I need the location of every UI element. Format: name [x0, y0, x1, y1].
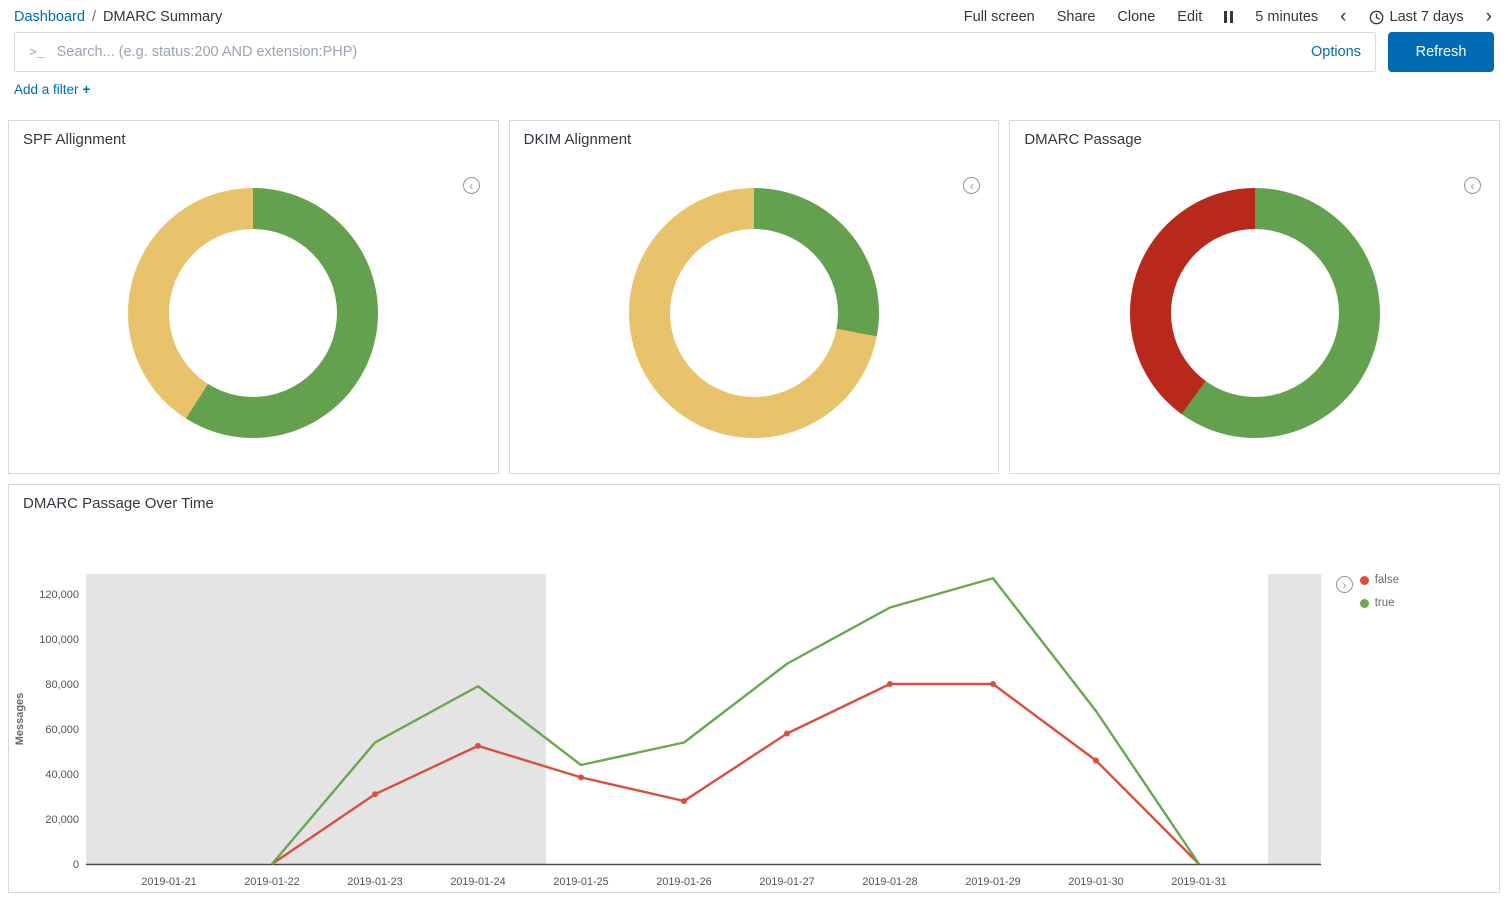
chart-legend: false true [1360, 574, 1399, 609]
shaded-region [86, 574, 546, 864]
top-header: Dashboard / DMARC Summary Full screen Sh… [0, 0, 1508, 29]
breadcrumb: Dashboard / DMARC Summary [14, 9, 222, 25]
panel-title: DMARC Passage [1010, 121, 1499, 152]
x-tick-label: 2019-01-28 [862, 876, 917, 888]
pause-icon[interactable] [1224, 11, 1233, 23]
edit-button[interactable]: Edit [1177, 9, 1202, 25]
options-link[interactable]: Options [1311, 44, 1361, 60]
pie-chart-area [510, 152, 999, 473]
panel-title: DKIM Alignment [510, 121, 999, 152]
panel-title: DMARC Passage Over Time [9, 485, 1499, 516]
legend-label: true [1375, 597, 1395, 609]
x-tick-label: 2019-01-30 [1068, 876, 1123, 888]
series-marker-false [1093, 758, 1099, 764]
series-marker-false [990, 681, 996, 687]
breadcrumb-dashboard-link[interactable]: Dashboard [14, 9, 85, 25]
y-tick-label: 40,000 [45, 769, 79, 781]
share-button[interactable]: Share [1057, 9, 1096, 25]
series-marker-false [475, 743, 481, 749]
shaded-region [1268, 574, 1321, 864]
time-forward-icon[interactable]: › [1486, 10, 1492, 24]
y-tick-label: 60,000 [45, 724, 79, 736]
spf-donut-chart[interactable] [128, 188, 378, 438]
legend-collapse-icon[interactable]: ‹ [1464, 177, 1481, 194]
dkim-donut-chart[interactable] [629, 188, 879, 438]
query-bar: >_ Options Refresh [14, 32, 1494, 72]
legend-label: false [1375, 574, 1399, 586]
x-tick-label: 2019-01-24 [450, 876, 505, 888]
time-range-picker[interactable]: Last 7 days [1369, 9, 1464, 25]
x-tick-label: 2019-01-21 [141, 876, 196, 888]
false-series-dot-icon [1360, 576, 1369, 585]
series-marker-false [887, 681, 893, 687]
breadcrumb-current: DMARC Summary [103, 9, 222, 25]
plus-icon: + [83, 82, 91, 97]
panel-spf-alignment: SPF Allignment ‹ [8, 120, 499, 474]
refresh-interval-label[interactable]: 5 minutes [1255, 9, 1318, 25]
pie-chart-area [9, 152, 498, 473]
panel-dkim-alignment: DKIM Alignment ‹ [509, 120, 1000, 474]
x-tick-label: 2019-01-23 [347, 876, 402, 888]
x-tick-label: 2019-01-22 [244, 876, 299, 888]
filter-bar: Add a filter + [14, 82, 1494, 102]
x-tick-label: 2019-01-29 [965, 876, 1020, 888]
panel-dmarc-passage: DMARC Passage ‹ [1009, 120, 1500, 474]
series-marker-false [372, 791, 378, 797]
full-screen-button[interactable]: Full screen [964, 9, 1035, 25]
y-tick-label: 0 [73, 859, 79, 871]
x-tick-label: 2019-01-25 [553, 876, 608, 888]
refresh-button[interactable]: Refresh [1388, 32, 1494, 72]
y-tick-label: 20,000 [45, 814, 79, 826]
search-input[interactable] [57, 44, 1301, 60]
x-tick-label: 2019-01-31 [1171, 876, 1226, 888]
line-chart-svg: 0 20,000 40,000 60,000 80,000 100,000 120,000 2… [9, 516, 1499, 898]
time-range-label: Last 7 days [1390, 9, 1464, 25]
y-tick-label: 80,000 [45, 679, 79, 691]
true-series-dot-icon [1360, 599, 1369, 608]
time-back-icon[interactable]: ‹ [1340, 10, 1346, 24]
legend-expand-icon[interactable]: › [1336, 576, 1353, 593]
pie-panels-row: SPF Allignment ‹ DKIM Alignment ‹ DMARC … [8, 120, 1500, 474]
add-filter-label: Add a filter [14, 82, 79, 97]
x-tick-label: 2019-01-27 [759, 876, 814, 888]
legend-collapse-icon[interactable]: ‹ [463, 177, 480, 194]
panel-title: SPF Allignment [9, 121, 498, 152]
series-marker-false [681, 798, 687, 804]
clock-icon [1369, 10, 1384, 25]
dmarc-donut-chart[interactable] [1130, 188, 1380, 438]
pie-chart-area [1010, 152, 1499, 473]
search-box[interactable]: >_ Options [14, 32, 1376, 72]
y-axis-title: Messages [14, 693, 26, 746]
x-tick-label: 2019-01-26 [656, 876, 711, 888]
clone-button[interactable]: Clone [1117, 9, 1155, 25]
top-nav: Full screen Share Clone Edit 5 minutes ‹… [964, 9, 1492, 25]
breadcrumb-separator: / [92, 9, 96, 25]
dmarc-over-time-chart: 020,00040,00060,00080,000100,000120,0002… [9, 516, 1499, 876]
y-tick-label: 120,000 [39, 589, 79, 601]
series-marker-false [578, 774, 584, 780]
add-filter-button[interactable]: Add a filter + [14, 82, 90, 97]
legend-item-true[interactable]: true [1360, 597, 1399, 609]
legend-item-false[interactable]: false [1360, 574, 1399, 586]
y-tick-label: 100,000 [39, 634, 79, 646]
series-marker-false [784, 731, 790, 737]
console-prompt-icon: >_ [29, 45, 45, 60]
panel-dmarc-over-time: DMARC Passage Over Time 0 20,000 40,000 60,… [8, 484, 1500, 893]
